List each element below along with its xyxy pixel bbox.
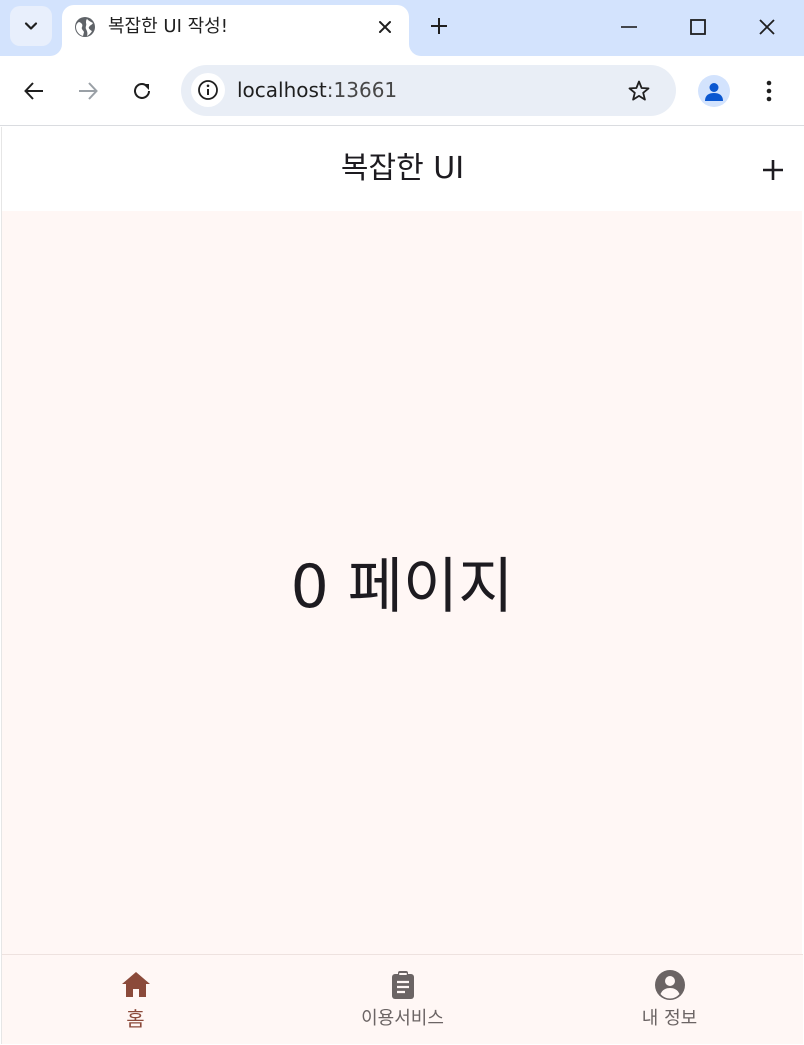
browser-menu-button[interactable] (754, 73, 784, 109)
star-icon (628, 80, 650, 101)
clipboard-icon (391, 971, 414, 999)
account-circle-icon (654, 970, 685, 1000)
page-label: 0 페이지 (290, 552, 514, 622)
plus-icon (763, 160, 783, 180)
back-button[interactable] (16, 73, 52, 109)
url-port: :13661 (326, 78, 398, 102)
plus-icon (431, 18, 447, 34)
person-icon (705, 83, 723, 101)
reload-button[interactable] (124, 73, 160, 109)
minimize-icon (621, 26, 637, 28)
browser-toolbar: localhost:13661 (0, 56, 804, 126)
chevron-down-icon (24, 22, 38, 30)
page-title: 복잡한 UI (340, 151, 465, 186)
arrow-left-icon (24, 82, 43, 100)
nav-item-label: 내 정보 (641, 1008, 698, 1029)
nav-item-label: 이용서비스 (361, 1008, 444, 1029)
maximize-icon (690, 19, 706, 35)
tab-strip: 복잡한 UI 작성! (0, 0, 804, 56)
url-text: localhost:13661 (237, 78, 397, 102)
nav-item-services[interactable]: 이용서비스 (269, 955, 536, 1045)
close-window-button[interactable] (744, 8, 790, 46)
globe-icon (75, 17, 95, 37)
tab-title: 복잡한 UI 작성! (108, 16, 228, 37)
forward-button[interactable] (70, 73, 106, 109)
nav-item-home[interactable]: 홈 (2, 955, 269, 1045)
profile-button[interactable] (698, 75, 730, 107)
more-vert-icon (766, 80, 772, 102)
close-icon (759, 19, 775, 35)
site-info-button[interactable] (191, 73, 225, 107)
close-icon (379, 21, 391, 33)
tab-search-button[interactable] (10, 6, 52, 46)
nav-item-label: 홈 (126, 1007, 145, 1031)
url-host: localhost (237, 78, 327, 102)
nav-item-my-info[interactable]: 내 정보 (536, 955, 803, 1045)
app-container: 복잡한 UI 0 페이지 홈 이용서비스 내 정보 (1, 127, 803, 1044)
address-bar[interactable]: localhost:13661 (181, 65, 676, 116)
maximize-button[interactable] (675, 8, 721, 46)
tab-close-button[interactable] (372, 14, 398, 40)
new-tab-button[interactable] (424, 11, 454, 41)
browser-tab[interactable]: 복잡한 UI 작성! (62, 5, 409, 56)
bookmark-button[interactable] (625, 77, 653, 105)
minimize-button[interactable] (606, 8, 652, 46)
reload-icon (134, 82, 150, 99)
bottom-navigation-bar: 홈 이용서비스 내 정보 (2, 954, 803, 1044)
arrow-right-icon (79, 82, 98, 100)
app-bar: 복잡한 UI (2, 127, 803, 211)
info-icon (198, 80, 218, 100)
add-button[interactable] (756, 153, 790, 187)
home-icon (121, 972, 150, 997)
